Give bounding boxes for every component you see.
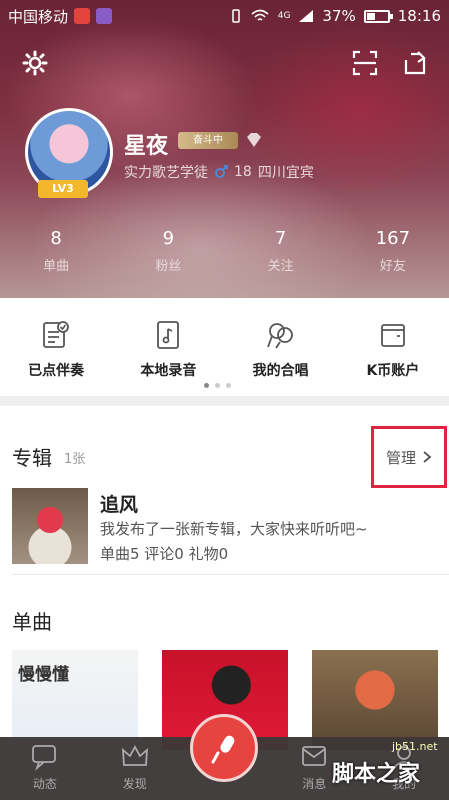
stat-singles[interactable]: 8 单曲 (0, 228, 112, 283)
message-icon (302, 746, 327, 766)
carrier-label: 中国移动 (8, 7, 69, 26)
share-icon[interactable] (400, 48, 430, 78)
notification-icon (74, 8, 91, 24)
stat-label: 粉丝 (155, 259, 182, 274)
quick-action-label: 本地录音 (140, 363, 197, 379)
stats-row: 8 单曲 9 粉丝 7 关注 167 好友 (0, 228, 449, 283)
album-count: 1张 (64, 452, 86, 467)
page-dot (215, 383, 220, 388)
watermark: 脚本之家 (332, 762, 421, 787)
profile-header: 中国移动 4G 37% 18:16 LV3 星夜 奋斗中 实力歌艺学徒 18 四… (0, 0, 449, 298)
album-cover[interactable] (12, 488, 88, 564)
quick-actions: 已点伴奏 本地录音 我的合唱 K币账户 (0, 298, 449, 396)
quick-action-local-recording[interactable]: 本地录音 (112, 298, 224, 396)
stat-following[interactable]: 7 关注 (225, 228, 337, 283)
stat-fans[interactable]: 9 粉丝 (112, 228, 224, 283)
level-badge: LV3 (38, 180, 88, 198)
divider (12, 574, 449, 575)
album-section: 专辑 1张 管理 追风 我发布了一张新专辑，大家快来听听吧~ 单曲5 评论0 礼… (0, 406, 449, 582)
stat-value: 7 (274, 228, 287, 249)
manage-label: 管理 (385, 448, 416, 467)
wifi-icon (251, 9, 269, 21)
app-notification-icon (96, 8, 113, 24)
album-description: 我发布了一张新专辑，大家快来听听吧~ (100, 520, 368, 538)
stat-value: 167 (375, 228, 411, 249)
feed-icon (31, 745, 56, 771)
crown-icon (121, 745, 148, 766)
user-meta: 实力歌艺学徒 18 四川宜宾 (124, 162, 314, 182)
single-cover[interactable]: 慢慢懂 (12, 650, 138, 750)
accompaniment-icon (43, 321, 70, 348)
nav-discover[interactable]: 发现 (90, 737, 180, 800)
stat-friends[interactable]: 167 好友 (337, 228, 449, 283)
quick-action-label: 已点伴奏 (28, 363, 85, 379)
signal-icon (299, 10, 314, 22)
local-recording-icon (157, 321, 180, 349)
quick-action-wallet[interactable]: K币账户 (337, 298, 449, 396)
album-stats: 单曲5 评论0 礼物0 (100, 545, 229, 563)
page-dot (226, 383, 231, 388)
user-title: 实力歌艺学徒 (124, 165, 208, 181)
network-type: 4G (277, 11, 291, 21)
quick-action-label: 我的合唱 (252, 363, 309, 379)
quick-action-accompaniment[interactable]: 已点伴奏 (0, 298, 112, 396)
wallet-icon (380, 324, 405, 347)
stat-value: 9 (162, 228, 175, 249)
nickname: 星夜 (124, 134, 169, 159)
vip-tag[interactable]: 奋斗中 (178, 132, 238, 149)
quick-action-label: K币账户 (366, 363, 420, 379)
nav-label: 动态 (32, 777, 57, 791)
diamond-icon[interactable] (244, 130, 264, 150)
battery-icon (363, 9, 393, 23)
nav-label: 消息 (302, 777, 327, 791)
chevron-right-icon (423, 451, 432, 463)
stat-value: 8 (50, 228, 62, 249)
male-gender-icon (215, 165, 228, 178)
user-age: 18 (234, 164, 252, 180)
stat-label: 好友 (379, 259, 406, 274)
chorus-icon (266, 323, 293, 349)
status-bar: 中国移动 4G 37% 18:16 (0, 0, 449, 32)
page-dot-active (204, 383, 209, 388)
vibrate-icon (231, 9, 240, 23)
single-cover[interactable] (312, 650, 438, 750)
user-location: 四川宜宾 (257, 165, 314, 181)
manage-button[interactable]: 管理 (371, 426, 447, 488)
settings-gear-icon[interactable] (20, 48, 50, 78)
mic-icon (211, 735, 235, 764)
scan-icon[interactable] (350, 48, 380, 78)
record-mic-button[interactable] (190, 714, 258, 782)
quick-action-chorus[interactable]: 我的合唱 (225, 298, 337, 396)
single-cover-title: 慢慢懂 (18, 665, 69, 685)
clock: 18:16 (397, 7, 441, 25)
watermark-site: jb51.net (392, 740, 438, 753)
album-title[interactable]: 追风 (100, 490, 138, 517)
nav-feed[interactable]: 动态 (0, 737, 90, 800)
nav-label: 发现 (122, 777, 147, 791)
stat-label: 单曲 (43, 259, 70, 274)
page-indicator (204, 383, 231, 388)
stat-label: 关注 (267, 259, 294, 274)
album-section-title: 专辑 (12, 446, 52, 470)
battery-percent: 37% (322, 7, 356, 25)
singles-section-title: 单曲 (12, 610, 52, 634)
